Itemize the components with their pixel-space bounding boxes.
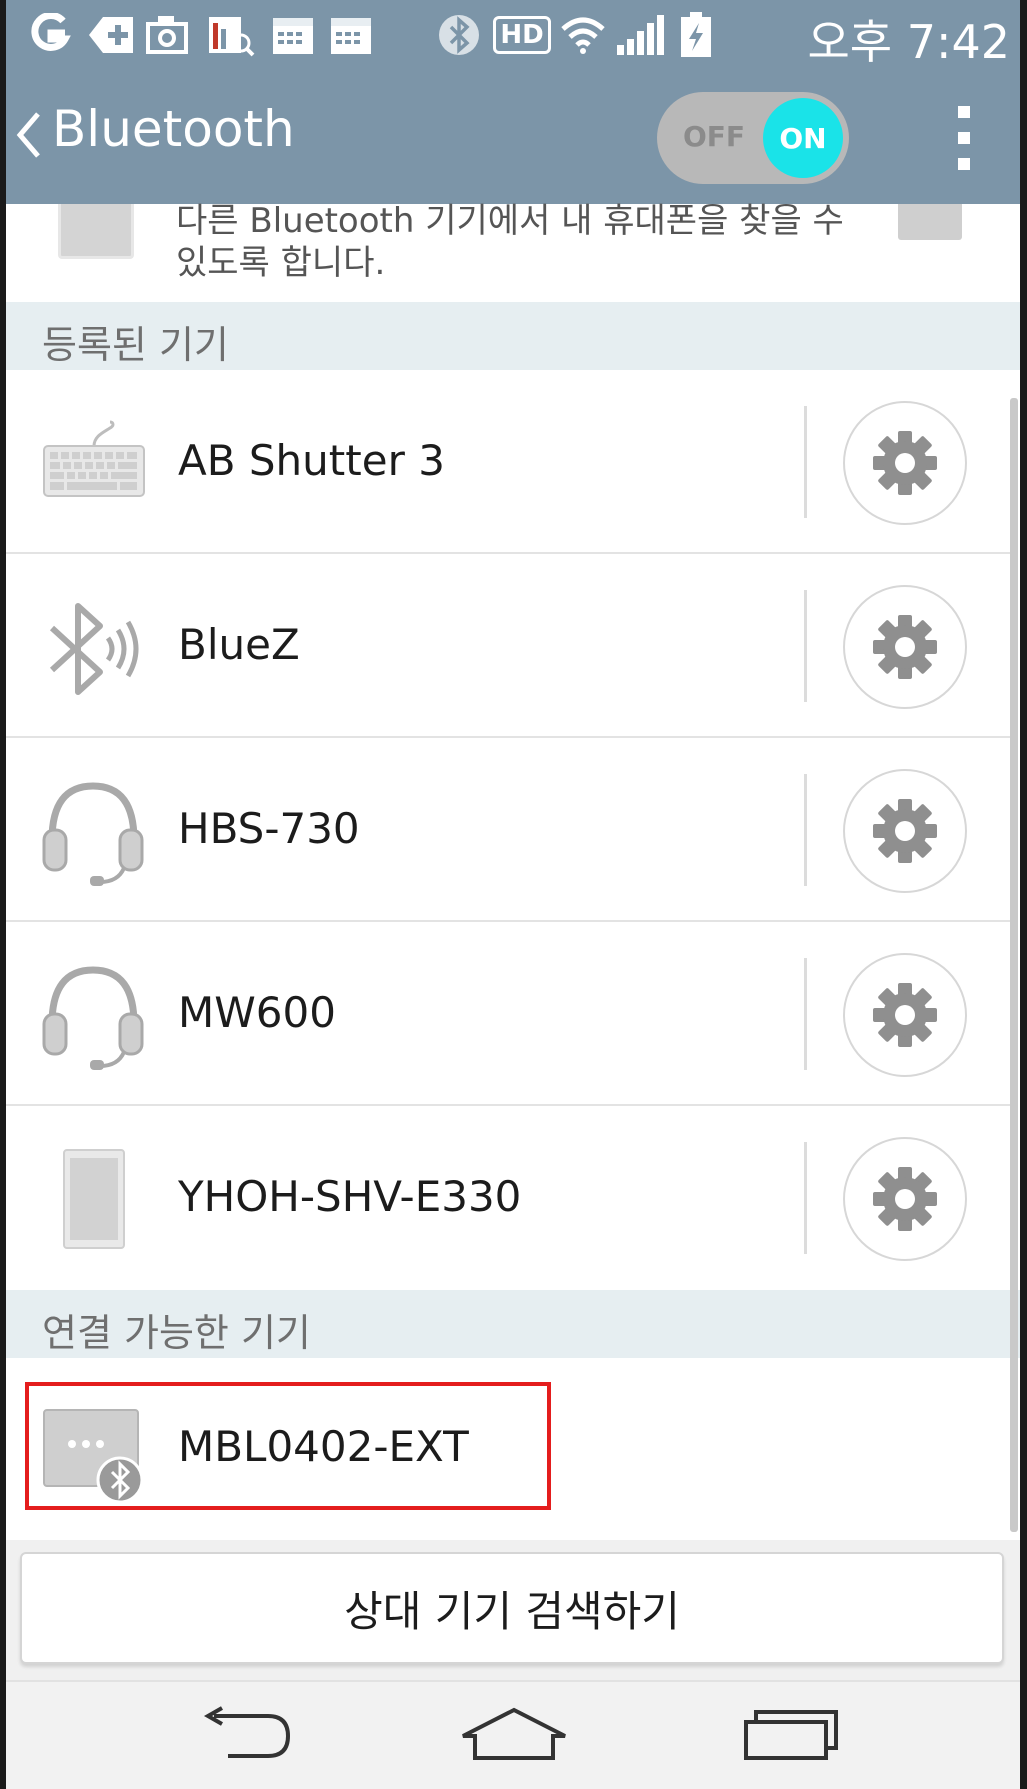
- section-header-label: 등록된 기기: [42, 323, 229, 367]
- gear-icon: [873, 983, 937, 1047]
- screen: HD 오후 7:42 Bluetooth OFF ON 다른 Bluetooth…: [0, 0, 1027, 1789]
- visibility-description: 다른 Bluetooth 기기에서 내 휴대폰을 찾을 수 있도록 합니다.: [176, 201, 844, 283]
- device-name: MW600: [178, 988, 336, 1037]
- device-name: BlueZ: [178, 620, 300, 669]
- toggle-on-label: ON: [779, 121, 827, 155]
- status-bar: HD 오후 7:42: [6, 0, 1020, 70]
- navigation-bar: [6, 1680, 1020, 1789]
- home-icon[interactable]: [454, 1694, 574, 1774]
- scrollbar[interactable]: [1010, 398, 1018, 1532]
- gear-icon: [873, 431, 937, 495]
- divider: [804, 958, 807, 1070]
- status-time: 오후 7:42: [807, 15, 1010, 69]
- device-name: YHOH-SHV-E330: [178, 1172, 522, 1221]
- gallery-search-icon: [206, 12, 256, 58]
- device-settings-button[interactable]: [843, 953, 967, 1077]
- bluetooth-icon: [434, 12, 484, 58]
- section-header-label: 연결 가능한 기기: [42, 1311, 311, 1355]
- back-chevron-icon[interactable]: [14, 110, 44, 164]
- device-row-yhoh-shv-e330[interactable]: YHOH-SHV-E330: [6, 1106, 1010, 1288]
- device-row-mbl0402-ext[interactable]: MBL0402-EXT: [6, 1358, 1010, 1540]
- visibility-row[interactable]: 다른 Bluetooth 기기에서 내 휴대폰을 찾을 수 있도록 합니다.: [6, 201, 1020, 302]
- gear-icon: [873, 615, 937, 679]
- divider: [804, 1142, 807, 1254]
- gear-icon: [873, 1167, 937, 1231]
- battery-charging-icon: [676, 12, 716, 58]
- keyboard-icon: [38, 410, 148, 520]
- headset-icon: [38, 778, 148, 888]
- device-name: AB Shutter 3: [178, 436, 445, 485]
- back-icon[interactable]: [184, 1694, 304, 1774]
- toggle-off-label: OFF: [683, 120, 746, 153]
- wifi-icon: [558, 12, 608, 58]
- divider: [804, 774, 807, 886]
- hd-label: HD: [493, 16, 551, 54]
- phone-icon: [58, 204, 134, 259]
- frame-left: [0, 0, 6, 1789]
- frame-right: [1020, 0, 1027, 1789]
- device-settings-button[interactable]: [843, 769, 967, 893]
- visibility-checkbox[interactable]: [898, 204, 962, 240]
- camera-icon: [142, 12, 192, 58]
- phone-icon: [38, 1146, 148, 1256]
- hd-icon: HD: [493, 12, 551, 58]
- gear-icon: [873, 799, 937, 863]
- page-title[interactable]: Bluetooth: [52, 100, 295, 158]
- device-settings-button[interactable]: [843, 585, 967, 709]
- device-settings-button[interactable]: [843, 401, 967, 525]
- available-devices-header: 연결 가능한 기기: [6, 1290, 1020, 1358]
- button-bar: 상대 기기 검색하기: [6, 1540, 1020, 1680]
- overflow-menu-icon[interactable]: [952, 106, 976, 172]
- device-row-mw600[interactable]: MW600: [6, 922, 1010, 1106]
- device-name: MBL0402-EXT: [178, 1422, 469, 1471]
- add-icon: [86, 12, 136, 58]
- bluetooth-device-icon: [42, 1406, 152, 1506]
- signal-icon: [614, 12, 668, 58]
- action-bar: Bluetooth OFF ON: [6, 70, 1020, 204]
- device-row-ab-shutter-3[interactable]: AB Shutter 3: [6, 370, 1010, 554]
- recent-apps-icon[interactable]: [732, 1694, 852, 1774]
- divider: [804, 590, 807, 702]
- device-row-bluez[interactable]: BlueZ: [6, 554, 1010, 738]
- bluetooth-toggle[interactable]: OFF ON: [657, 92, 849, 184]
- divider: [804, 406, 807, 518]
- search-devices-button[interactable]: 상대 기기 검색하기: [20, 1552, 1004, 1664]
- device-row-hbs-730[interactable]: HBS-730: [6, 738, 1010, 922]
- bluetooth-audio-icon: [38, 594, 148, 704]
- calendar-icon: [268, 12, 318, 58]
- g-app-icon: [24, 12, 74, 58]
- calendar-icon: [326, 12, 376, 58]
- toggle-knob: ON: [763, 98, 843, 178]
- device-settings-button[interactable]: [843, 1137, 967, 1261]
- headset-icon: [38, 962, 148, 1072]
- device-name: HBS-730: [178, 804, 360, 853]
- paired-devices-header: 등록된 기기: [6, 302, 1020, 370]
